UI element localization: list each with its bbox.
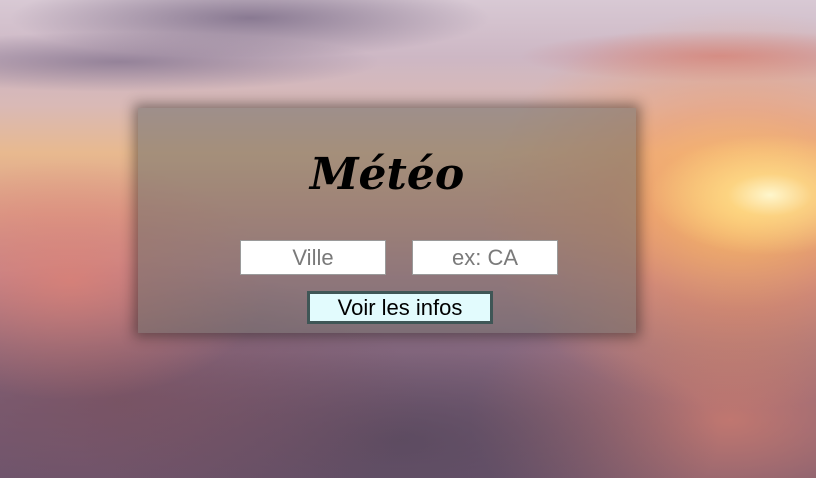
weather-card: Météo Voir les infos xyxy=(138,108,636,333)
city-input[interactable] xyxy=(240,240,386,275)
page-title: Météo xyxy=(309,149,465,200)
country-input[interactable] xyxy=(412,240,558,275)
show-info-button[interactable]: Voir les infos xyxy=(307,291,493,324)
